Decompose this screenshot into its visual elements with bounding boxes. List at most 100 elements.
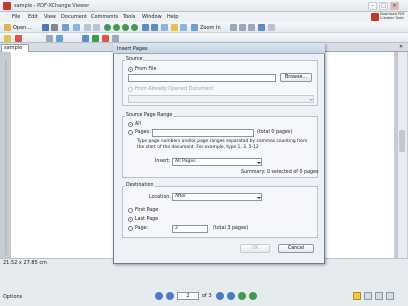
chevron-down-icon <box>309 99 313 101</box>
shape-icon[interactable] <box>82 34 89 42</box>
properties-icon[interactable] <box>73 24 80 31</box>
pages-radio[interactable] <box>128 130 133 135</box>
note-icon[interactable] <box>56 34 63 42</box>
snapshot-icon[interactable] <box>180 24 187 31</box>
browse-button[interactable]: Browse... <box>280 73 312 82</box>
from-file-radio[interactable] <box>128 67 133 72</box>
stamp-icon[interactable] <box>15 34 22 42</box>
rotate-icon[interactable] <box>258 24 265 31</box>
first-page-icon[interactable] <box>104 24 111 31</box>
close-button[interactable]: ✕ <box>390 2 399 10</box>
pages-label: Pages: <box>135 130 151 135</box>
first-page-button[interactable] <box>155 292 163 300</box>
menu-view[interactable]: View <box>44 14 56 20</box>
search-icon[interactable] <box>268 24 275 31</box>
tab-sample[interactable]: sample <box>1 44 29 52</box>
menu-comments[interactable]: Comments <box>91 14 118 20</box>
page-number-value: 2 <box>175 226 178 231</box>
window-title: sample - PDF-XChange Viewer <box>14 3 90 9</box>
from-open-document-radio[interactable] <box>128 87 133 92</box>
open-button[interactable]: Open... <box>13 25 31 31</box>
zoom-in-icon[interactable] <box>191 24 198 31</box>
forward-nav-icon[interactable] <box>249 292 257 300</box>
menu-help[interactable]: Help <box>167 14 178 20</box>
last-page-icon[interactable] <box>131 24 138 31</box>
print-icon[interactable] <box>51 24 58 31</box>
page-radio[interactable] <box>128 226 133 231</box>
open-folder-icon[interactable] <box>4 24 11 31</box>
line-icon[interactable] <box>92 34 99 42</box>
range-summary: Summary: 0 selected of 0 pages <box>241 170 319 175</box>
pages-total-label: (total 0 pages) <box>257 130 293 135</box>
insert-select[interactable]: All Pages <box>172 158 262 166</box>
page-number-stepper[interactable]: 2 <box>172 225 208 233</box>
first-page-radio[interactable] <box>128 208 133 213</box>
location-select[interactable]: After <box>172 193 262 201</box>
page-range-group-title: Source Page Range <box>125 113 174 118</box>
back-icon[interactable] <box>142 24 149 31</box>
open-document-select[interactable] <box>128 95 314 103</box>
location-label: Location: <box>149 195 171 200</box>
last-page-radio[interactable] <box>128 217 133 222</box>
last-page-button[interactable] <box>227 292 235 300</box>
dialog-title: Insert Pages <box>117 46 148 52</box>
continuous-facing-view-icon[interactable] <box>386 292 394 300</box>
chevron-down-icon <box>257 162 261 164</box>
undo-icon[interactable] <box>84 24 91 31</box>
from-file-label: From File <box>135 67 157 72</box>
redo-icon[interactable] <box>93 24 100 31</box>
facing-view-icon[interactable] <box>375 292 383 300</box>
page-count: of 3 <box>202 293 212 299</box>
select-text-icon[interactable] <box>171 24 178 31</box>
location-select-value: After <box>175 194 187 199</box>
email-icon[interactable] <box>62 24 69 31</box>
promo-text: Download PDF Creation Tools <box>380 12 405 20</box>
all-pages-radio[interactable] <box>128 122 133 127</box>
maximize-button[interactable]: □ <box>379 2 388 10</box>
dialog-title-bar: Insert Pages <box>113 43 325 54</box>
file-path-input[interactable] <box>128 74 276 82</box>
continuous-view-icon[interactable] <box>364 292 372 300</box>
pencil-icon[interactable] <box>102 34 109 42</box>
prev-page-icon[interactable] <box>113 24 120 31</box>
pages-input[interactable] <box>152 129 254 137</box>
hand-tool-icon[interactable] <box>161 24 168 31</box>
main-toolbar: Open... Zoom In <box>0 22 408 33</box>
page-number-input[interactable]: 2 <box>177 292 199 300</box>
app-icon <box>3 2 11 10</box>
secondary-toolbar <box>0 33 408 43</box>
vertical-scrollbar[interactable] <box>397 52 407 259</box>
forward-icon[interactable] <box>151 24 158 31</box>
fit-width-icon[interactable] <box>248 24 255 31</box>
chevron-down-icon <box>257 197 261 199</box>
pdf-logo-icon <box>371 13 379 21</box>
menu-file[interactable]: File <box>12 14 20 20</box>
page-label: Page: <box>135 226 149 231</box>
menu-document[interactable]: Document <box>61 14 87 20</box>
options-button[interactable]: Options <box>3 294 22 300</box>
measure-icon[interactable] <box>112 34 119 42</box>
actual-size-icon[interactable] <box>230 24 237 31</box>
menu-window[interactable]: Window <box>142 14 162 20</box>
cancel-button[interactable]: Cancel <box>278 244 314 253</box>
next-page-icon[interactable] <box>122 24 129 31</box>
save-icon[interactable] <box>42 24 49 31</box>
ok-button[interactable]: OK <box>240 244 270 253</box>
page-total-label: (total 3 pages) <box>213 226 249 231</box>
next-page-button[interactable] <box>216 292 224 300</box>
sidebar-ruler <box>5 60 7 255</box>
pages-hint: Type page numbers and/or page ranges sep… <box>137 139 308 150</box>
menu-edit[interactable]: Edit <box>28 14 38 20</box>
close-tab-icon[interactable]: ✕ <box>399 44 403 50</box>
typewriter-icon[interactable] <box>46 34 53 42</box>
zoom-in-button[interactable]: Zoom In <box>200 25 221 31</box>
play-icon[interactable] <box>238 292 246 300</box>
single-page-view-icon[interactable] <box>353 292 361 300</box>
menu-tools[interactable]: Tools <box>123 14 135 20</box>
destination-group-title: Destination <box>125 183 155 188</box>
prev-page-button[interactable] <box>166 292 174 300</box>
highlight-icon[interactable] <box>4 34 11 42</box>
fit-page-icon[interactable] <box>239 24 246 31</box>
minimize-button[interactable]: – <box>368 2 377 10</box>
scrollbar-thumb[interactable] <box>399 130 405 152</box>
